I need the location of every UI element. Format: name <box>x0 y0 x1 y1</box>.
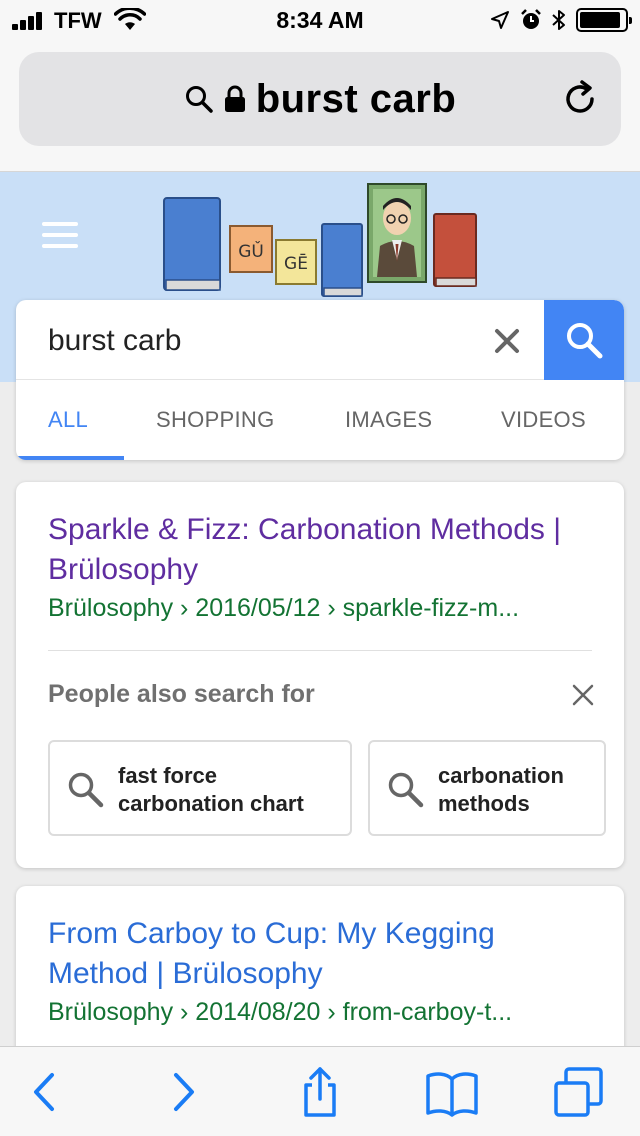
search-card: ALL SHOPPING IMAGES VIDEOS <box>16 300 624 460</box>
tab-images[interactable]: IMAGES <box>345 380 432 460</box>
doodle-tile-gu: GǓ <box>229 225 273 273</box>
result-url[interactable]: Brülosophy › 2016/05/12 › sparkle-fizz-m… <box>48 594 596 623</box>
back-icon[interactable] <box>16 1067 72 1117</box>
doodle-portrait <box>367 183 427 283</box>
lock-icon <box>224 85 245 112</box>
battery-icon <box>576 8 632 32</box>
people-also-search-heading: People also search for <box>48 680 315 708</box>
result-url[interactable]: Brülosophy › 2014/08/20 › from-carboy-t.… <box>48 998 596 1027</box>
alarm-clock-icon <box>521 9 541 29</box>
reload-icon[interactable] <box>559 78 601 120</box>
doodle-book-red <box>433 213 477 287</box>
search-row <box>16 300 624 380</box>
tab-all[interactable]: ALL <box>48 380 88 460</box>
search-button[interactable] <box>544 300 624 380</box>
battery-level <box>580 12 620 28</box>
chip-text-line: fast force <box>118 763 218 788</box>
google-doodle[interactable]: GǓ GĒ <box>160 180 480 305</box>
doodle-tile-ge: GĒ <box>275 239 317 285</box>
share-icon[interactable] <box>292 1067 348 1117</box>
bluetooth-icon <box>552 10 565 30</box>
forward-icon[interactable] <box>156 1067 212 1117</box>
search-icon <box>68 772 104 808</box>
chip-text: fast force carbonation chart <box>118 762 304 818</box>
address-bar[interactable]: burst carb <box>19 52 621 146</box>
divider <box>48 650 592 651</box>
search-tabs: ALL SHOPPING IMAGES VIDEOS <box>16 380 624 460</box>
menu-icon[interactable] <box>42 222 78 248</box>
related-search-chip[interactable]: fast force carbonation chart <box>48 740 352 836</box>
location-arrow-icon <box>491 11 509 29</box>
url-text: burst carb <box>255 76 457 121</box>
result-title-link[interactable]: From Carboy to Cup: My Kegging Method | … <box>48 914 596 994</box>
chip-text-line: carbonation chart <box>118 791 304 816</box>
status-bar: TFW 8:34 AM <box>0 0 640 40</box>
browser-toolbar <box>0 1046 640 1136</box>
tab-videos[interactable]: VIDEOS <box>501 380 586 460</box>
chip-text: carbonation methods <box>438 762 564 818</box>
chip-text-line: methods <box>438 791 530 816</box>
browser-address-area: burst carb <box>0 40 640 172</box>
chip-text-line: carbonation <box>438 763 564 788</box>
doodle-book-blue-small <box>321 223 363 297</box>
close-icon[interactable] <box>572 684 594 706</box>
active-tab-indicator <box>16 456 124 460</box>
tab-shopping[interactable]: SHOPPING <box>156 380 275 460</box>
search-icon <box>185 86 213 113</box>
tabs-icon[interactable] <box>552 1067 608 1117</box>
doodle-book-blue-large <box>163 197 221 291</box>
clear-search-icon[interactable] <box>490 324 524 358</box>
result-title-link[interactable]: Sparkle & Fizz: Carbonation Methods | Br… <box>48 510 596 590</box>
bookmarks-icon[interactable] <box>424 1067 480 1117</box>
result-card: Sparkle & Fizz: Carbonation Methods | Br… <box>16 482 624 868</box>
search-icon <box>388 772 424 808</box>
doodle-text-gu: GǓ <box>238 240 264 262</box>
related-search-chip[interactable]: carbonation methods <box>368 740 606 836</box>
search-icon <box>567 323 603 359</box>
search-input[interactable] <box>48 318 488 364</box>
doodle-text-ge: GĒ <box>284 252 308 274</box>
